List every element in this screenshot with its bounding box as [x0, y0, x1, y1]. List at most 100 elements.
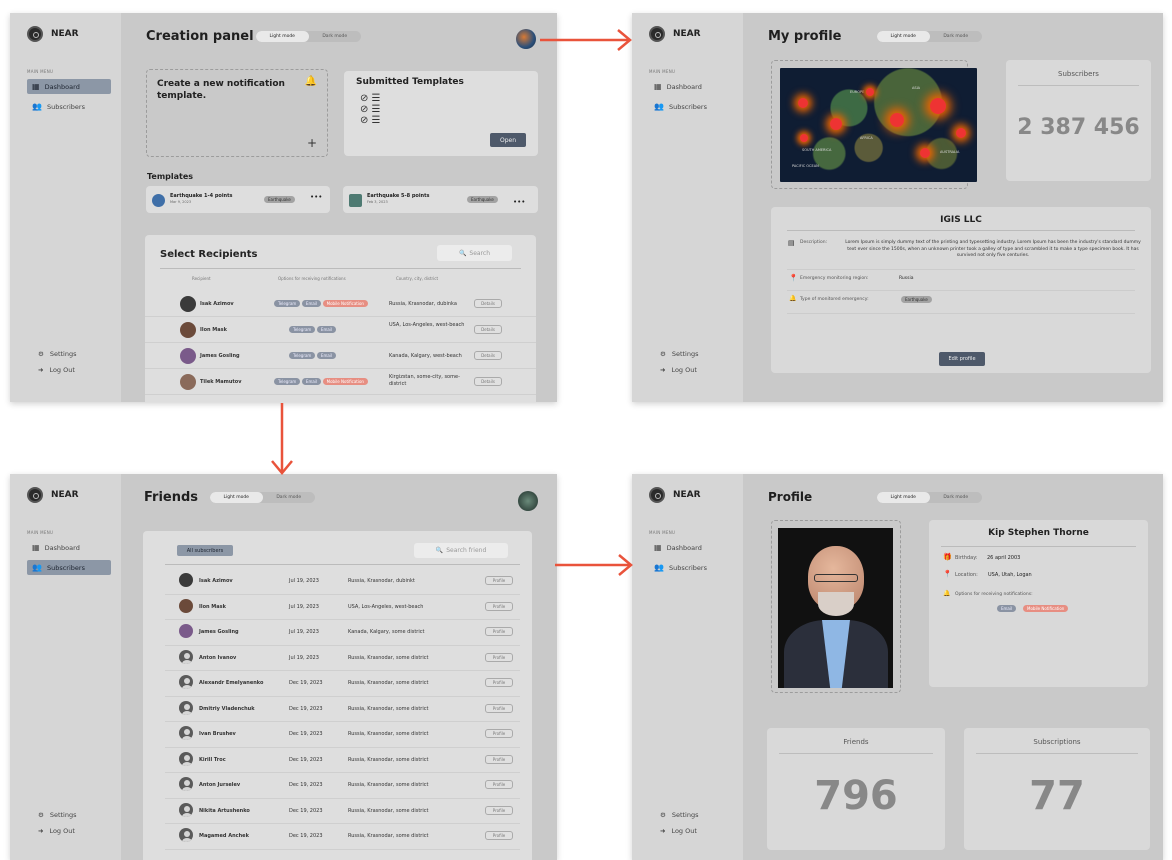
profile-button[interactable]: Profile	[485, 703, 513, 713]
profile-button[interactable]: Profile	[485, 831, 513, 840]
template-item-2[interactable]: Earthquake 5-8 points Feb 3, 2023 Earthq…	[343, 186, 538, 213]
all-subscribers-button[interactable]: All subscribers	[177, 545, 233, 556]
logout-icon: ➜	[38, 366, 44, 374]
profile-button[interactable]: Profile	[485, 627, 513, 636]
sidebar-item-subscribers[interactable]: 👥 Subscribers	[649, 99, 733, 114]
open-button[interactable]: Open	[490, 133, 526, 147]
sidebar-item-subscribers[interactable]: 👥 Subscribers	[649, 560, 733, 575]
search-input[interactable]: 🔍 Search	[437, 245, 512, 261]
details-button[interactable]: Details	[474, 299, 502, 308]
profile-button[interactable]: Profile	[485, 652, 513, 662]
sidebar-item-dashboard[interactable]: ▦ Dashboard	[649, 540, 733, 555]
list-item[interactable]: Alexandr Emelyanenko Dec 19, 2023 Russia, …	[165, 671, 520, 697]
logo[interactable]: NEAR	[27, 26, 79, 42]
hotspot-icon	[830, 118, 842, 130]
light-mode-option[interactable]: Light mode	[210, 492, 263, 503]
dark-mode-option[interactable]: Dark mode	[930, 31, 983, 42]
theme-toggle[interactable]: Light mode Dark mode	[256, 31, 361, 42]
logout-link[interactable]: ➜ Log Out	[660, 366, 697, 374]
list-item[interactable]: Isak Azimov Jul 19, 2023 Russia, Krasnodar…	[165, 569, 520, 595]
logout-label: Log Out	[49, 827, 75, 835]
settings-link[interactable]: ⚙ Settings	[38, 811, 77, 819]
list-item[interactable]: Nikita Artushenko Dec 19, 2023 Russia, Kra…	[165, 799, 520, 824]
profile-button[interactable]: Profile	[485, 754, 513, 764]
sidebar-item-subscribers[interactable]: 👥 Subscribers	[27, 99, 111, 114]
disaster-map[interactable]: EUROPE ASIA AFRICA PACIFIC OCEAN SOUTH A…	[780, 68, 977, 182]
sidebar: NEAR MAIN MENU ▦ Dashboard 👥 Subscribers ⚙…	[10, 474, 121, 860]
sidebar-item-dashboard[interactable]: ▦ Dashboard	[27, 540, 111, 555]
logout-link[interactable]: ➜ Log Out	[660, 827, 697, 835]
logo[interactable]: NEAR	[27, 487, 79, 503]
logout-link[interactable]: ➜ Log Out	[38, 827, 75, 835]
gift-icon: 🎁	[943, 553, 952, 561]
settings-link[interactable]: ⚙ Settings	[660, 350, 699, 358]
search-friend-input[interactable]: 🔍 Search friend	[414, 543, 508, 558]
recipient-location: USA, Los-Angeles, west-beach	[389, 322, 465, 328]
region-label: Emergency monitoring region:	[800, 276, 869, 281]
location-pin-icon: 📍	[943, 570, 952, 578]
friend-name: Alexandr Emelyanenko	[199, 680, 264, 686]
list-item[interactable]: Ivan Brushev Dec 19, 2023 Russia, Krasnoda…	[165, 722, 520, 748]
list-item[interactable]: Magamed Anchek Dec 19, 2023 Russia, Krasno…	[165, 824, 520, 850]
profile-button[interactable]: Profile	[485, 678, 513, 687]
details-button[interactable]: Details	[474, 325, 502, 334]
list-item[interactable]: Ilon Mask Jul 19, 2023 USA, Los-Angeles, w…	[165, 595, 520, 620]
sidebar-item-dashboard[interactable]: ▦ Dashboard	[649, 79, 733, 94]
settings-link[interactable]: ⚙ Settings	[660, 811, 699, 819]
avatar	[180, 296, 196, 312]
add-icon[interactable]: +	[307, 136, 317, 150]
table-row[interactable]: Ilon Mask Telegram Email USA, Los-Angele…	[145, 317, 536, 343]
profile-button[interactable]: Profile	[485, 576, 513, 585]
list-item[interactable]: James Gosling Jul 19, 2023 Kanada, Kalgary…	[165, 620, 520, 646]
recipient-name: James Gosling	[200, 353, 240, 359]
profile-button[interactable]: Profile	[485, 805, 513, 815]
dark-mode-option[interactable]: Dark mode	[309, 31, 362, 42]
more-icon[interactable]: •••	[513, 198, 525, 206]
table-row[interactable]: Tilek Mamutov Telegram Email Mobile Noti…	[145, 369, 536, 395]
hotspot-icon	[920, 148, 930, 158]
friend-location: Russia, Krasnodar, some district	[348, 833, 429, 839]
divider	[779, 753, 933, 754]
options-tags: Telegram Email	[289, 352, 337, 359]
dark-mode-option[interactable]: Dark mode	[263, 492, 316, 503]
logo[interactable]: NEAR	[649, 487, 701, 503]
friends-count: 796	[814, 773, 898, 819]
logout-link[interactable]: ➜ Log Out	[38, 366, 75, 374]
table-row[interactable]: James Gosling Telegram Email Kanada, Kal…	[145, 343, 536, 369]
profile-button[interactable]: Profile	[485, 780, 513, 789]
new-template-card[interactable]: Create a new notification template. 🔔 +	[146, 69, 328, 157]
settings-link[interactable]: ⚙ Settings	[38, 350, 77, 358]
tag: Telegram	[289, 326, 316, 333]
friend-date: Dec 19, 2023	[289, 731, 323, 737]
more-icon[interactable]: •••	[310, 193, 322, 201]
friend-date: Jul 19, 2023	[289, 578, 319, 584]
list-item[interactable]: Anton Jurselev Dec 19, 2023 Russia, Krasno…	[165, 773, 520, 799]
dark-mode-option[interactable]: Dark mode	[930, 492, 983, 503]
logo[interactable]: NEAR	[649, 26, 701, 42]
theme-toggle[interactable]: Light mode Dark mode	[210, 492, 315, 503]
details-button[interactable]: Details	[474, 351, 502, 360]
details-button[interactable]: Details	[474, 377, 502, 386]
light-mode-option[interactable]: Light mode	[877, 492, 930, 503]
list-item[interactable]: Kirill Troc Dec 19, 2023 Russia, Krasnodar…	[165, 748, 520, 773]
list-item[interactable]: Dmitriy Vladenchuk Dec 19, 2023 Russia, Kr…	[165, 697, 520, 722]
theme-toggle[interactable]: Light mode Dark mode	[877, 31, 982, 42]
list-item[interactable]: Anton Ivanov Jul 19, 2023 Russia, Krasnoda…	[165, 646, 520, 671]
map-label: SOUTH AMERICA	[802, 148, 832, 152]
friend-location: Russia, Krasnodar, some district	[348, 756, 429, 763]
sidebar-item-dashboard[interactable]: ▦ Dashboard	[27, 79, 111, 94]
avatar[interactable]	[518, 491, 538, 511]
edit-profile-button[interactable]: Edit profile	[939, 352, 985, 366]
light-mode-option[interactable]: Light mode	[256, 31, 309, 42]
user-placeholder-icon	[179, 802, 193, 817]
theme-toggle[interactable]: Light mode Dark mode	[877, 492, 982, 503]
table-row[interactable]: Isak Azimov Telegram Email Mobile Notifi…	[145, 291, 536, 317]
light-mode-option[interactable]: Light mode	[877, 31, 930, 42]
template-item-1[interactable]: Earthquake 1-4 points Mar 9, 2023 Earthq…	[146, 186, 330, 213]
sidebar-item-subscribers[interactable]: 👥 Subscribers	[27, 560, 111, 575]
profile-button[interactable]: Profile	[485, 601, 513, 611]
new-template-label: Create a new notification template.	[157, 79, 285, 101]
avatar[interactable]	[516, 29, 536, 49]
profile-button[interactable]: Profile	[485, 729, 513, 738]
submitted-title: Submitted Templates	[356, 77, 464, 87]
